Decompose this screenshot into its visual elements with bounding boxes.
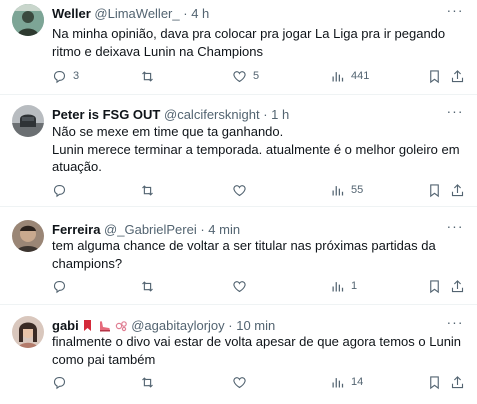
retweet-icon	[142, 184, 153, 196]
share-button[interactable]	[450, 276, 465, 296]
bookmark-button[interactable]	[427, 372, 442, 392]
tweet-4[interactable]: gabi @agabitaylorjoy · 10 min ··· finalm…	[0, 312, 477, 404]
bookmark-button[interactable]	[427, 276, 442, 296]
views-chart-icon	[332, 281, 344, 291]
timestamp[interactable]: · 4 min	[200, 222, 240, 237]
bookmark-button[interactable]	[427, 66, 442, 86]
reply-icon	[53, 376, 66, 389]
bookmark-button[interactable]	[427, 180, 442, 200]
tweet-2[interactable]: Peter is FSG OUT @calcifersknight · 1 h …	[0, 101, 477, 206]
reply-icon	[53, 184, 66, 197]
reply-icon	[53, 280, 66, 293]
tweet-actions: 3 5 441	[52, 66, 465, 86]
tweet-text: Não se mexe em time que ta ganhando. Lun…	[52, 124, 460, 174]
views-button[interactable]: 55	[330, 180, 363, 200]
share-icon	[451, 183, 464, 196]
share-button[interactable]	[450, 66, 465, 86]
bookmark-icon	[430, 279, 439, 293]
timestamp[interactable]: · 4 h	[183, 6, 209, 21]
share-icon	[451, 375, 464, 388]
share-button[interactable]	[450, 372, 465, 392]
username[interactable]: @calcifersknight	[164, 107, 260, 122]
view-count: 14	[351, 376, 364, 388]
retweet-icon	[142, 376, 153, 388]
avatar[interactable]	[12, 220, 44, 252]
share-icon	[451, 69, 464, 82]
tweet-text: Na minha opinião, dava pra colocar pra j…	[52, 26, 446, 59]
views-chart-icon	[332, 71, 344, 81]
tweet-actions: 55	[52, 180, 465, 200]
views-chart-icon	[332, 185, 344, 195]
reply-count: 3	[73, 70, 80, 82]
reply-button[interactable]	[52, 180, 73, 200]
avatar[interactable]	[12, 105, 44, 137]
more-dots-icon[interactable]: ···	[445, 315, 465, 333]
divider	[0, 206, 477, 207]
display-name[interactable]: Weller	[52, 6, 91, 21]
views-button[interactable]: 14	[330, 372, 363, 392]
display-name[interactable]: gabi	[52, 318, 79, 333]
username[interactable]: @_GabrielPerei	[104, 222, 197, 237]
username[interactable]: @LimaWeller_	[94, 6, 179, 21]
bookmark-icon	[430, 183, 439, 197]
bookmark-icon	[430, 69, 439, 83]
username[interactable]: @agabitaylorjoy	[131, 318, 224, 333]
views-button[interactable]: 441	[330, 66, 369, 86]
like-button[interactable]	[232, 180, 253, 200]
more-dots-icon[interactable]: ···	[445, 219, 465, 237]
view-count: 55	[351, 184, 364, 196]
views-chart-icon	[332, 377, 344, 387]
divider	[0, 304, 477, 305]
heart-icon	[233, 70, 246, 82]
retweet-icon	[142, 70, 153, 82]
more-dots-icon[interactable]: ···	[445, 3, 465, 21]
divider	[0, 94, 477, 95]
tweet-text: finalmente o divo vai estar de volta ape…	[52, 334, 462, 367]
heart-icon	[233, 376, 246, 388]
like-count: 5	[253, 70, 260, 82]
more-dots-icon[interactable]: ···	[445, 104, 465, 122]
reply-button[interactable]: 3	[52, 66, 79, 86]
share-icon	[451, 279, 464, 292]
view-count: 441	[351, 70, 370, 82]
share-button[interactable]	[450, 180, 465, 200]
heart-icon	[233, 280, 246, 292]
tweet-header: Weller @LimaWeller_ · 4 h	[52, 5, 443, 23]
retweet-button[interactable]	[140, 276, 161, 296]
bookmark-icon	[430, 375, 439, 389]
tweet-3[interactable]: Ferreira @_GabrielPerei · 4 min ··· tem …	[0, 216, 477, 304]
tweet-actions: 14	[52, 372, 465, 392]
view-count: 1	[351, 280, 358, 292]
timestamp[interactable]: · 10 min	[228, 318, 275, 333]
reply-button[interactable]	[52, 276, 73, 296]
reply-icon	[53, 70, 66, 83]
reply-button[interactable]	[52, 372, 73, 392]
display-name[interactable]: Ferreira	[52, 222, 100, 237]
avatar[interactable]	[12, 316, 44, 348]
like-button[interactable]	[232, 372, 253, 392]
like-button[interactable]	[232, 276, 253, 296]
retweet-button[interactable]	[140, 180, 161, 200]
views-button[interactable]: 1	[330, 276, 357, 296]
heart-icon	[233, 184, 246, 196]
tweet-header: Peter is FSG OUT @calcifersknight · 1 h	[52, 106, 443, 124]
like-button[interactable]: 5	[232, 66, 259, 86]
retweet-button[interactable]	[140, 372, 161, 392]
tweet-1[interactable]: Weller @LimaWeller_ · 4 h ··· Na minha o…	[0, 0, 477, 94]
retweet-icon	[142, 280, 153, 292]
timestamp[interactable]: · 1 h	[263, 107, 289, 122]
avatar[interactable]	[12, 4, 44, 36]
tweet-actions: 1	[52, 276, 465, 296]
retweet-button[interactable]	[140, 66, 161, 86]
display-name[interactable]: Peter is FSG OUT	[52, 107, 160, 122]
tweet-text: tem alguma chance de voltar a ser titula…	[52, 238, 436, 271]
